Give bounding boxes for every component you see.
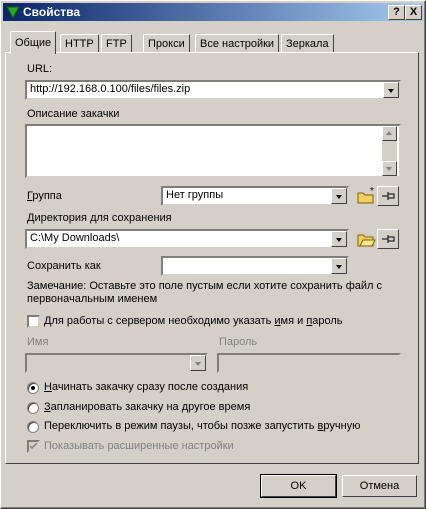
username-dropdown-arrow[interactable] (190, 355, 206, 371)
new-group-icon[interactable]: * (355, 186, 377, 206)
save-dir-combobox[interactable]: C:\My Downloads\ (25, 229, 349, 249)
username-label: Имя (27, 336, 49, 348)
description-scrollbar[interactable] (382, 126, 397, 176)
advanced-label: Показывать расширенные настройки (44, 440, 234, 452)
url-label: URL: (27, 63, 53, 75)
description-textarea[interactable] (25, 124, 401, 178)
window-title: Свойства (23, 5, 81, 19)
note-line-2: первоначальным именем (27, 293, 158, 305)
save-dir-label: Директория для сохранения (27, 212, 172, 224)
url-value: http://192.168.0.100/files/files.zip (30, 83, 191, 95)
group-dropdown-arrow[interactable] (331, 188, 347, 204)
auth-checkbox[interactable] (27, 315, 40, 328)
app-arrow-icon (6, 6, 20, 19)
save-dir-pin-button[interactable] (377, 229, 399, 249)
svg-text:*: * (370, 186, 374, 197)
username-combobox[interactable] (25, 353, 208, 373)
close-button[interactable]: X (405, 5, 422, 20)
open-folder-icon[interactable] (355, 229, 377, 249)
group-combobox[interactable]: Нет группы (161, 186, 349, 206)
pin-icon (382, 192, 395, 200)
url-dropdown-arrow[interactable] (383, 82, 399, 98)
note-line-1: Замечание: Оставьте это поле пустым если… (27, 280, 382, 292)
save-dir-dropdown-arrow[interactable] (331, 231, 347, 247)
pin-icon (382, 235, 395, 243)
tab-mirrors[interactable]: Зеркала (281, 34, 334, 53)
save-as-label: Сохранить как (27, 260, 101, 272)
scroll-up-icon[interactable] (382, 126, 397, 141)
group-value: Нет группы (166, 189, 224, 201)
cancel-button[interactable]: Отмена (342, 475, 417, 497)
pause-label: Переключить в режим паузы, чтобы позже з… (44, 420, 361, 432)
title-bar[interactable]: Свойства ? X (3, 3, 423, 21)
tab-all-settings[interactable]: Все настройки (195, 34, 280, 53)
description-label: Описание закачки (27, 108, 120, 120)
tab-general[interactable]: Общие (10, 31, 57, 54)
save-as-dropdown-arrow[interactable] (331, 258, 347, 274)
group-label: Группа (27, 190, 62, 202)
start-now-radio[interactable] (27, 382, 39, 394)
schedule-radio[interactable] (27, 402, 39, 414)
auth-label: Для работы с сервером необходимо указать… (44, 315, 343, 327)
tab-proxy[interactable]: Прокси (143, 34, 190, 53)
tab-ftp[interactable]: FTP (101, 34, 132, 53)
advanced-checkbox[interactable] (27, 440, 40, 453)
password-field[interactable] (217, 353, 401, 373)
start-now-label: Начинать закачку сразу после создания (44, 381, 249, 393)
group-pin-button[interactable] (377, 186, 399, 206)
save-as-combobox[interactable] (161, 256, 349, 276)
password-label: Пароль (219, 336, 258, 348)
tab-http[interactable]: HTTP (60, 34, 99, 53)
ok-button[interactable]: OK (260, 474, 337, 498)
save-dir-value: C:\My Downloads\ (30, 232, 120, 244)
pause-radio[interactable] (27, 421, 39, 433)
schedule-label: Запланировать закачку на другое время (44, 401, 251, 413)
checkmark-icon (29, 442, 38, 450)
scroll-down-icon[interactable] (382, 161, 397, 176)
url-combobox[interactable]: http://192.168.0.100/files/files.zip (25, 80, 401, 100)
help-button[interactable]: ? (388, 5, 405, 20)
